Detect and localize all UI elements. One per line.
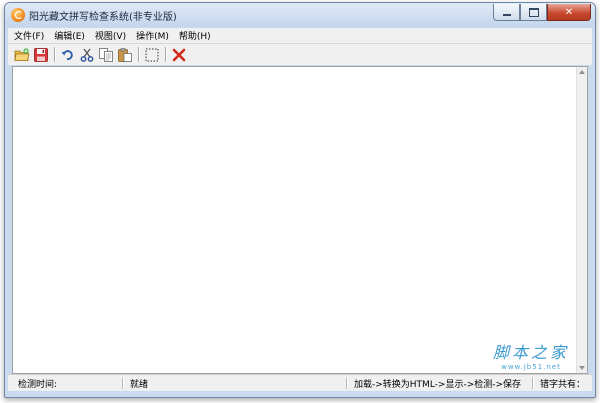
document-area[interactable]: 脚本之家 www.jb51.net [12,66,588,374]
status-divider [122,377,124,389]
app-logo-icon [11,8,25,22]
status-state: 就绪 [130,380,149,390]
app-window: 阳光藏文拼写检查系统(非专业版) ✕ 文件(F) 编辑(E) 视图(V) 操作(… [4,2,596,398]
menu-bar: 文件(F) 编辑(E) 视图(V) 操作(M) 帮助(H) [8,28,592,44]
paste-button[interactable] [117,47,133,63]
delete-icon [172,48,186,61]
window-title: 阳光藏文拼写检查系统(非专业版) [29,12,177,23]
maximize-icon [528,7,539,17]
select-all-icon [145,48,159,61]
delete-button[interactable] [171,47,187,63]
status-workflow: 加载->转换为HTML->显示->检测->保存 [354,380,522,390]
minimize-icon [502,13,511,16]
toolbar-separator [54,47,56,62]
menu-file[interactable]: 文件(F) [14,29,44,42]
watermark-url: www.jb51.net [501,363,561,371]
open-button[interactable] [14,47,30,63]
save-button[interactable] [33,47,49,63]
open-icon [14,47,30,61]
menu-help[interactable]: 帮助(H) [179,29,211,42]
toolbar-separator [138,47,140,62]
status-divider [346,377,348,389]
toolbar [8,44,592,65]
paste-icon [118,47,132,62]
caption-buttons: ✕ [493,4,591,22]
watermark-text: 脚本之家 [492,343,569,362]
status-divider [532,377,534,389]
save-icon [34,47,48,62]
maximize-button[interactable] [520,4,547,21]
menu-view[interactable]: 视图(V) [95,29,126,42]
close-icon: ✕ [564,6,574,18]
copy-icon [99,47,113,62]
close-button[interactable]: ✕ [547,4,591,21]
undo-icon [61,49,73,60]
undo-button[interactable] [60,47,76,63]
watermark: 脚本之家 www.jb51.net [493,339,569,371]
scroll-down-icon[interactable] [579,366,585,370]
select-all-button[interactable] [144,47,160,63]
toolbar-separator [165,47,167,62]
scroll-up-icon[interactable] [579,70,585,74]
menu-operate[interactable]: 操作(M) [136,29,169,42]
cut-icon [80,48,94,62]
status-time-label: 检测时间: [18,380,58,390]
cut-button[interactable] [79,47,95,63]
vertical-scrollbar[interactable] [576,67,587,373]
menu-edit[interactable]: 编辑(E) [54,29,85,42]
minimize-button[interactable] [493,4,520,21]
status-bar: 检测时间: 就绪 加载->转换为HTML->显示->检测->保存 错字共有： [8,374,592,391]
status-error-count: 错字共有： [540,380,586,390]
title-bar[interactable]: 阳光藏文拼写检查系统(非专业版) ✕ [5,3,595,27]
copy-button[interactable] [98,47,114,63]
